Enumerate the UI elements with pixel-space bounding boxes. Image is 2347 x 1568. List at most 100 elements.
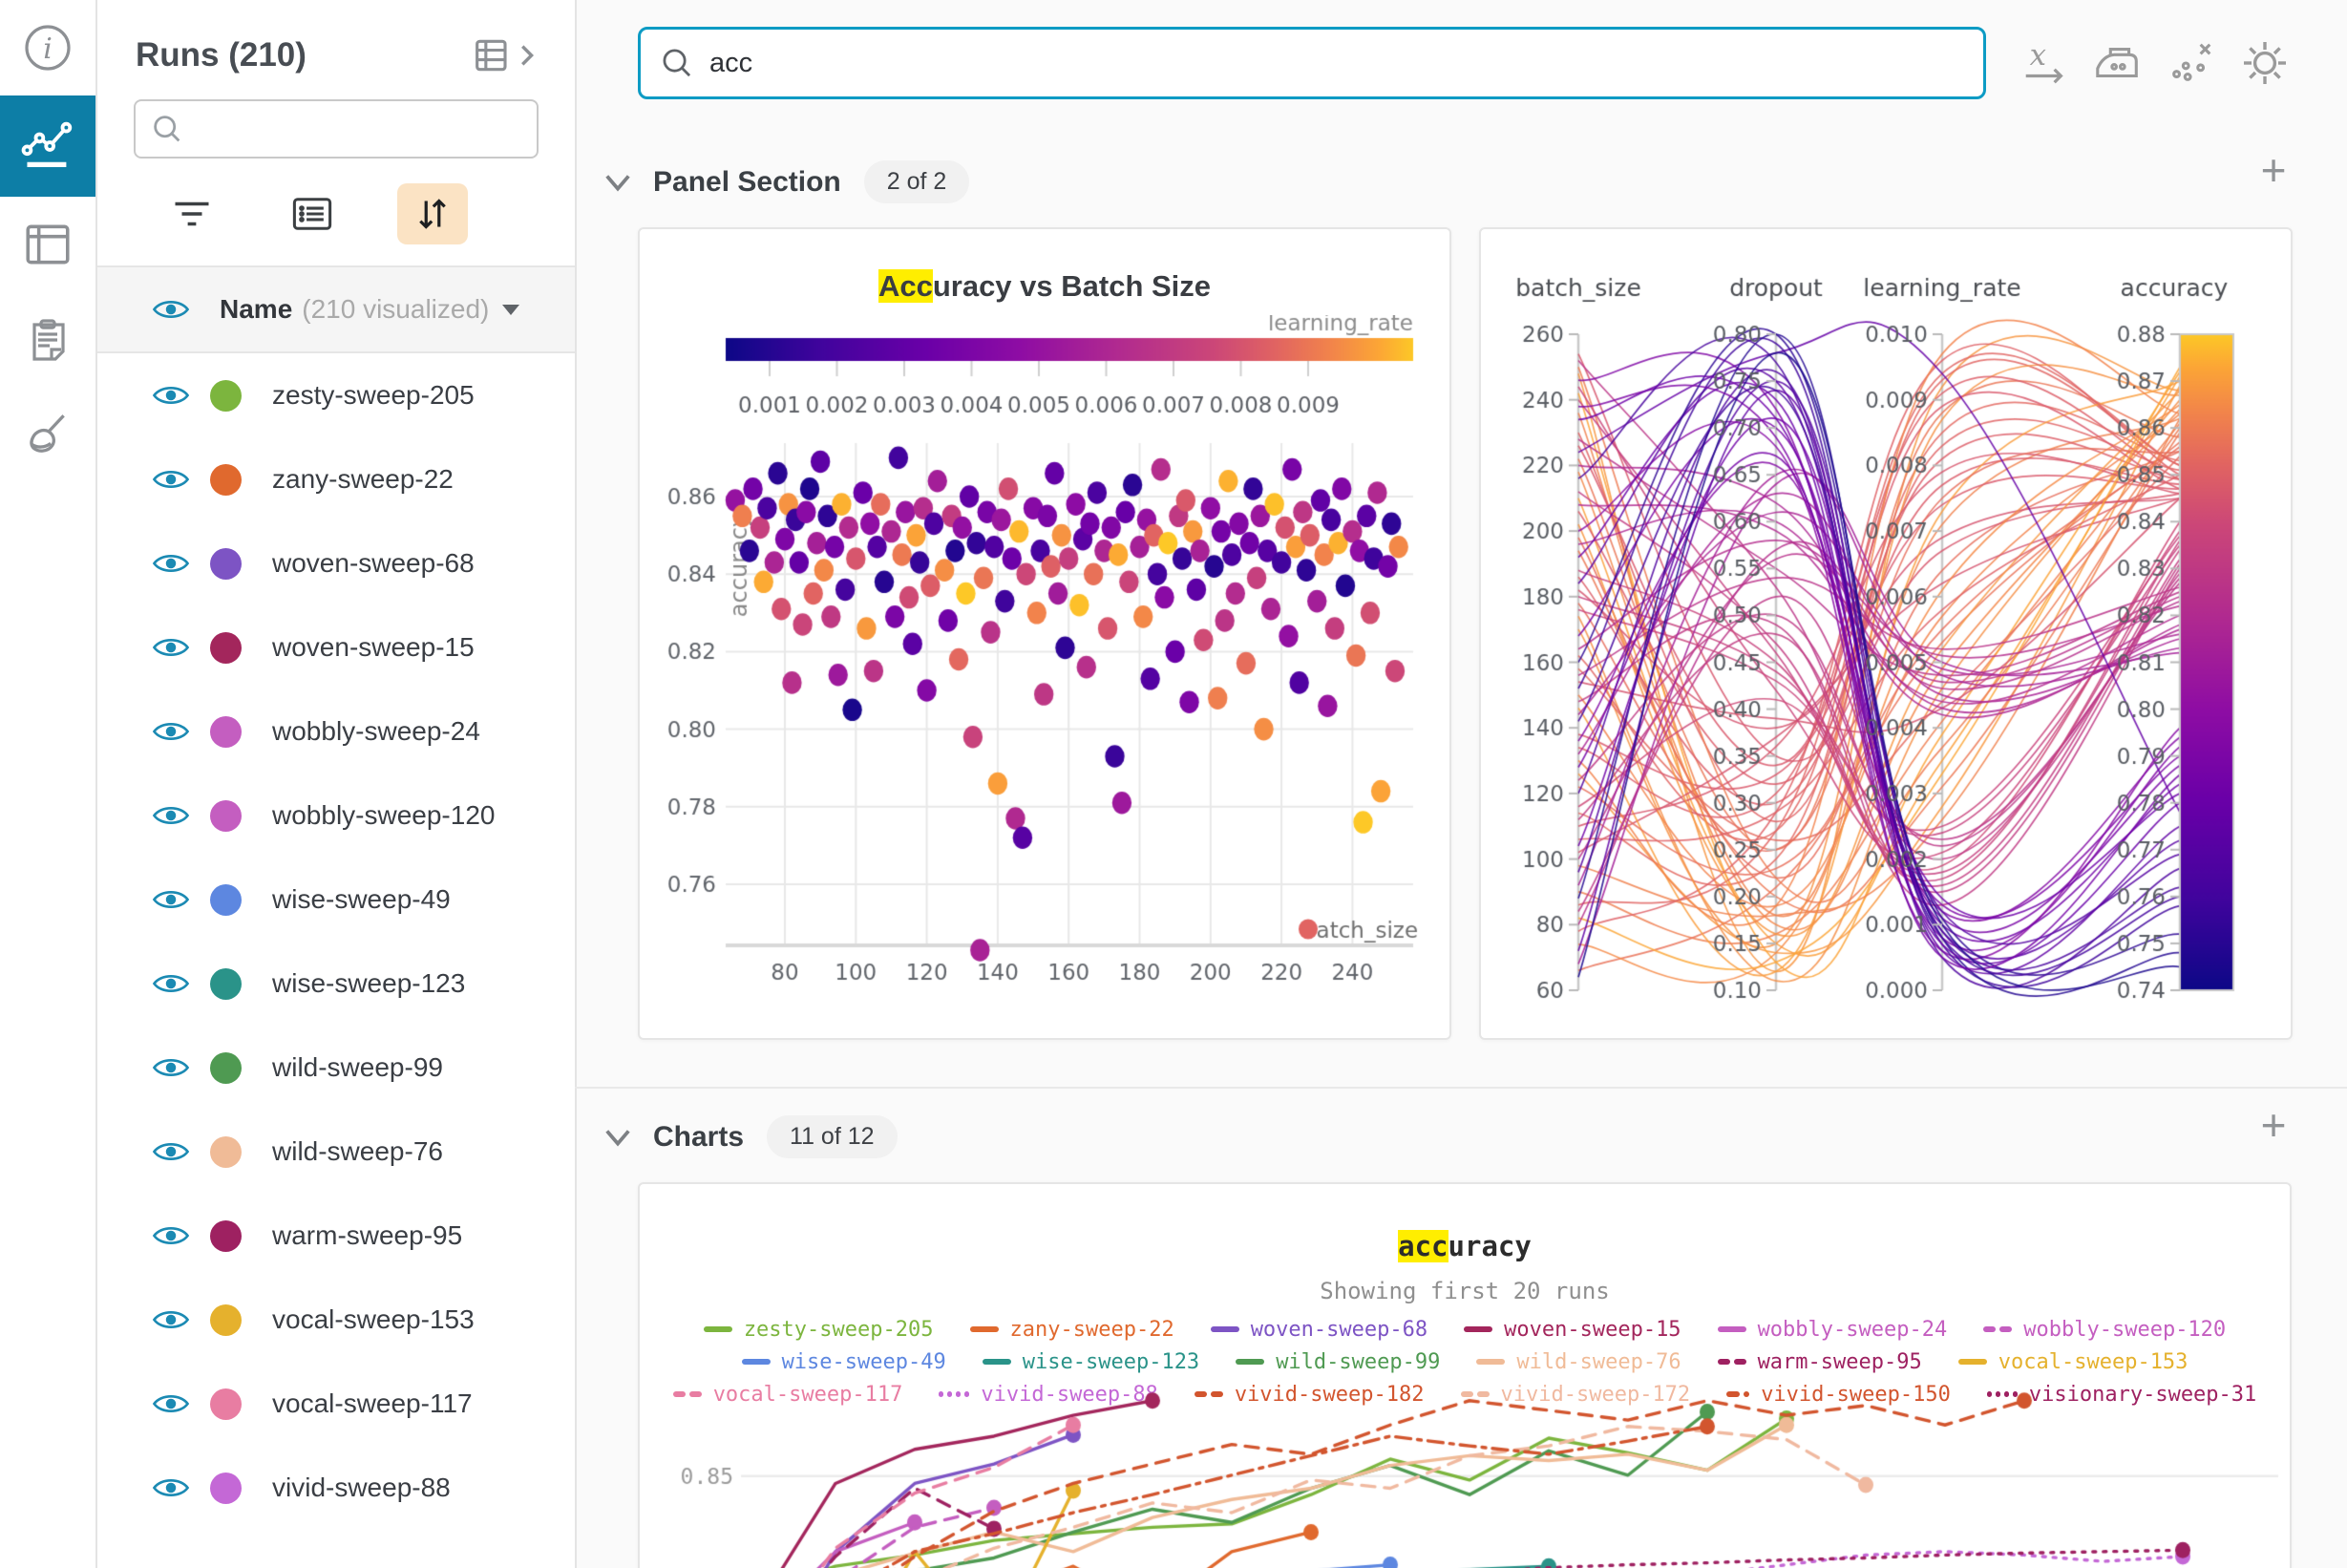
chevron-down-icon[interactable] [502,305,519,315]
run-row[interactable]: wobbly-sweep-24 [97,689,575,773]
legend-item[interactable]: zesty-sweep-205 [704,1318,934,1342]
legend-run-name: wild-sweep-99 [1276,1350,1440,1374]
outliers-icon[interactable] [2163,34,2220,92]
visibility-eye-icon[interactable] [153,550,189,577]
panel-section-header[interactable]: Panel Section 2 of 2 [603,160,969,203]
visibility-eye-icon[interactable] [153,1390,189,1417]
legend-item[interactable]: woven-sweep-68 [1211,1318,1427,1342]
legend-line-marker [1718,1359,1746,1365]
legend-line-marker [1211,1326,1239,1332]
legend-item[interactable]: wild-sweep-76 [1476,1350,1681,1374]
runs-name-header[interactable]: Name (210 visualized) [97,265,575,353]
accuracy-line-panel[interactable]: accuracy Showing first 20 runs zesty-swe… [638,1182,2292,1568]
run-color-dot [210,1136,242,1168]
charts-section-header[interactable]: Charts 11 of 12 [603,1115,898,1158]
legend-item[interactable]: wise-sweep-123 [983,1350,1199,1374]
visibility-eye-icon[interactable] [153,718,189,745]
filter-icon[interactable] [157,183,227,244]
run-row[interactable]: wise-sweep-123 [97,942,575,1026]
run-row[interactable]: woven-sweep-15 [97,605,575,689]
runs-search-input[interactable] [134,99,539,159]
sweep-broom-icon[interactable] [0,388,95,483]
run-row[interactable]: warm-sweep-95 [97,1194,575,1278]
run-color-dot [210,968,242,1000]
scatter-panel[interactable]: Accuracy vs Batch Size [638,227,1451,1040]
legend-run-name: wild-sweep-76 [1516,1350,1681,1374]
settings-gear-icon[interactable] [2236,34,2294,92]
section-count-badge: 11 of 12 [767,1115,898,1158]
run-name: wild-sweep-99 [272,1052,443,1083]
run-row[interactable]: woven-sweep-68 [97,521,575,605]
visibility-eye-icon[interactable] [153,802,189,829]
legend-run-name: wise-sweep-49 [782,1350,946,1374]
run-color-dot [210,464,242,496]
runs-sidebar: Runs (210) [97,0,577,1568]
section-label: Charts [653,1121,744,1154]
chevron-down-icon[interactable] [603,1127,632,1148]
panel-search-input[interactable]: acc [638,27,1986,99]
left-nav-rail: i [0,0,97,1568]
legend-item[interactable]: vocal-sweep-153 [1958,1350,2188,1374]
info-icon[interactable]: i [0,0,95,95]
logs-icon[interactable] [0,292,95,388]
visibility-eye-icon[interactable] [153,296,189,323]
run-row[interactable]: wild-sweep-76 [97,1110,575,1194]
legend-run-name: vocal-sweep-153 [1998,1350,2188,1374]
display-settings-icon[interactable] [277,183,348,244]
legend-run-name: zesty-sweep-205 [744,1318,934,1342]
visibility-eye-icon[interactable] [153,1054,189,1081]
run-name: woven-sweep-68 [272,548,475,579]
visibility-eye-icon[interactable] [153,466,189,493]
legend-item[interactable]: wobbly-sweep-120 [1983,1318,2226,1342]
parallel-coordinates-canvas[interactable] [1481,258,2291,1022]
visibility-eye-icon[interactable] [153,1222,189,1249]
svg-text:i: i [43,32,53,66]
run-name: vocal-sweep-117 [272,1388,473,1419]
run-row[interactable]: wild-sweep-99 [97,1026,575,1110]
visibility-eye-icon[interactable] [153,1306,189,1333]
run-row[interactable]: wise-sweep-49 [97,858,575,942]
search-icon [660,46,694,80]
run-row[interactable]: vocal-sweep-153 [97,1278,575,1362]
legend-item[interactable]: warm-sweep-95 [1718,1350,1922,1374]
visibility-eye-icon[interactable] [153,1474,189,1501]
legend-run-name: woven-sweep-68 [1251,1318,1427,1342]
legend-item[interactable]: woven-sweep-15 [1464,1318,1681,1342]
sort-icon[interactable] [397,183,468,244]
table-expand-icon[interactable] [474,34,537,76]
workspace-chart-icon[interactable] [0,95,95,197]
run-color-dot [210,1304,242,1336]
legend-item[interactable]: wise-sweep-49 [742,1350,946,1374]
legend-item[interactable]: zany-sweep-22 [970,1318,1174,1342]
line-chart-canvas[interactable] [640,1383,2290,1568]
chevron-down-icon[interactable] [603,172,632,193]
legend-item[interactable]: wobbly-sweep-24 [1718,1318,1948,1342]
visibility-eye-icon[interactable] [153,886,189,913]
legend-row: wise-sweep-49 wise-sweep-123 wild-sweep-99… [742,1346,2188,1377]
x-axis-icon[interactable]: x [2016,34,2073,92]
visibility-eye-icon[interactable] [153,970,189,997]
run-color-dot [210,800,242,832]
run-row[interactable]: zany-sweep-22 [97,437,575,521]
run-name: vocal-sweep-153 [272,1304,475,1335]
run-color-dot [210,1473,242,1504]
scatter-plot-canvas[interactable] [640,315,1449,1012]
add-panel-icon[interactable]: + [2252,151,2295,195]
run-name: zesty-sweep-205 [272,380,475,411]
visibility-eye-icon[interactable] [153,382,189,409]
run-row[interactable]: vocal-sweep-117 [97,1362,575,1446]
run-row[interactable]: wobbly-sweep-120 [97,773,575,858]
smoothing-iron-icon[interactable] [2089,34,2146,92]
add-chart-icon[interactable]: + [2252,1106,2295,1150]
parallel-coordinates-panel[interactable] [1479,227,2293,1040]
section-divider [575,1087,2347,1089]
table-icon[interactable] [0,197,95,292]
visibility-eye-icon[interactable] [153,1138,189,1165]
visibility-eye-icon[interactable] [153,634,189,661]
section-label: Panel Section [653,166,841,199]
line-chart-subtitle: Showing first 20 runs [640,1278,2290,1304]
line-chart-title: accuracy [640,1230,2290,1262]
run-row[interactable]: vivid-sweep-88 [97,1446,575,1530]
legend-item[interactable]: wild-sweep-99 [1236,1350,1440,1374]
run-row[interactable]: zesty-sweep-205 [97,353,575,437]
